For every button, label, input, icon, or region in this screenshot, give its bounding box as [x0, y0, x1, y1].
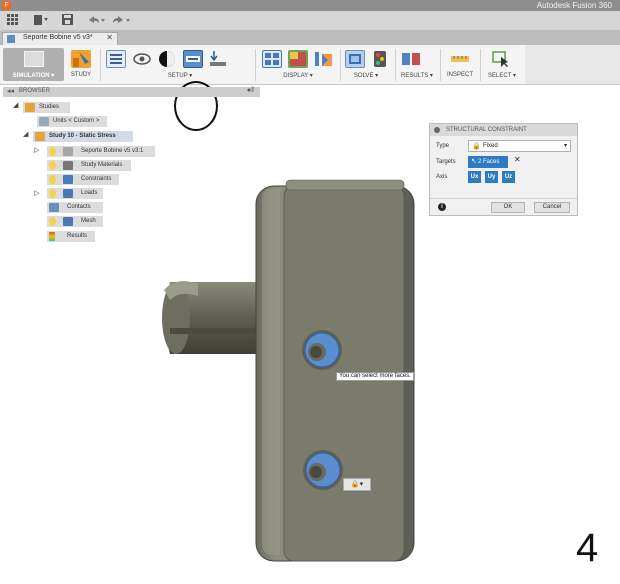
dialog-title: STRUCTURAL CONSTRAINT — [446, 127, 527, 133]
dialog-header: STRUCTURAL CONSTRAINT — [430, 124, 577, 136]
cancel-button[interactable]: Cancel — [534, 202, 570, 213]
dialog-collapse-icon[interactable] — [434, 127, 440, 133]
lock-icon: 🔒 — [472, 143, 481, 150]
ok-button[interactable]: OK — [491, 202, 525, 213]
bracket-body-part[interactable] — [255, 179, 415, 562]
axis-label: Axis — [436, 174, 448, 180]
cursor-arrow-icon: ↖ — [471, 158, 477, 165]
structural-constraint-dialog: STRUCTURAL CONSTRAINT Type 🔒 Fixed ▾ Tar… — [429, 123, 578, 216]
targets-label: Targets — [436, 159, 456, 165]
model-viewport[interactable] — [0, 0, 620, 584]
constraint-type-value: Fixed — [483, 143, 498, 149]
type-label: Type — [436, 143, 450, 149]
selected-hole-face[interactable] — [302, 330, 342, 370]
axis-uy-toggle[interactable]: Uy — [485, 171, 498, 183]
shaft-part[interactable] — [162, 281, 262, 354]
constraint-type-select[interactable]: 🔒 Fixed ▾ — [468, 140, 571, 152]
chevron-down-icon: ▾ — [563, 143, 567, 149]
targets-selection-button[interactable]: ↖ 2 Faces — [468, 156, 508, 168]
info-icon[interactable]: i — [438, 203, 446, 211]
constraint-glyph-lock-icon[interactable]: 🔒▾ — [343, 478, 371, 491]
axis-ux-toggle[interactable]: Ux — [468, 171, 481, 183]
targets-value: 2 Faces — [478, 159, 500, 165]
clear-targets-icon[interactable]: ✕ — [514, 155, 521, 164]
axis-uz-toggle[interactable]: Uz — [502, 171, 515, 183]
selected-hole-face[interactable] — [303, 450, 343, 490]
selection-tooltip: You can select more faces. — [336, 372, 414, 381]
dialog-divider — [430, 198, 577, 199]
step-number: 4 — [576, 526, 599, 570]
